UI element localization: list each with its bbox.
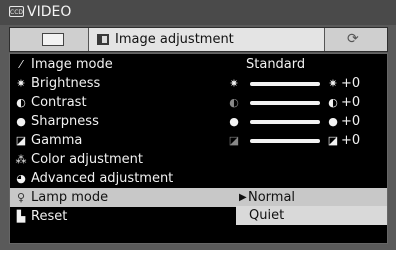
brightness-low-icon: ✷	[229, 77, 239, 90]
menu-item-image-mode[interactable]: ⁄ Image mode Standard	[10, 55, 387, 74]
menu-item-label: Color adjustment	[31, 152, 144, 167]
contrast-high-icon: ◐	[328, 96, 338, 109]
selected-arrow-icon: ▶	[239, 192, 247, 203]
menu-item-advanced-adjustment[interactable]: ◕ Advanced adjustment	[10, 169, 387, 188]
slider-track[interactable]	[250, 101, 320, 105]
menu-item-label: Brightness	[31, 76, 101, 91]
sharpness-low-icon: ●	[229, 115, 239, 128]
image-mode-value: Standard	[246, 57, 306, 72]
gamma-slider[interactable]: ◪ ◪ +0	[228, 133, 368, 148]
menu-item-label: Image mode	[31, 57, 113, 72]
tab-bar: Image adjustment ⟳	[9, 27, 388, 52]
menu-item-reset[interactable]: ▙ Reset	[10, 207, 387, 226]
contrast-slider[interactable]: ◐ ◐ +0	[228, 95, 368, 110]
menu-item-label: Contrast	[31, 95, 87, 110]
menu-item-gamma[interactable]: ◪ Gamma ◪ ◪ +0	[10, 131, 387, 150]
osd-window: CCD VIDEO Image adjustment ⟳ ⁄ Image mod…	[0, 0, 396, 250]
brightness-icon: ✷	[16, 77, 26, 90]
gamma-icon: ◪	[15, 134, 27, 147]
brightness-slider[interactable]: ✷ ✷ +0	[228, 76, 368, 91]
brightness-value: +0	[341, 76, 361, 91]
brightness-high-icon: ✷	[328, 77, 338, 90]
tab-image-adjustment[interactable]: Image adjustment	[89, 28, 325, 51]
menu-item-label: Advanced adjustment	[31, 171, 174, 186]
gamma-low-icon: ◪	[228, 134, 240, 147]
menu-item-brightness[interactable]: ✷ Brightness ✷ ✷ +0	[10, 74, 387, 93]
contrast-icon: ◐	[16, 96, 26, 109]
tab-rotate[interactable]: ⟳	[325, 28, 387, 51]
tab-screen[interactable]	[10, 28, 89, 51]
sharpness-value: +0	[341, 114, 361, 129]
image-mode-icon: ⁄	[20, 58, 22, 71]
rotate-icon: ⟳	[347, 31, 359, 47]
window-title: VIDEO	[27, 4, 72, 20]
screen-icon	[42, 33, 64, 46]
video-icon: CCD	[9, 6, 24, 17]
menu-item-label: Sharpness	[31, 114, 99, 129]
menu-item-label: Lamp mode	[31, 190, 109, 205]
lamp-option-normal[interactable]: ▶ Normal	[236, 188, 387, 207]
sharpness-slider[interactable]: ● ● +0	[228, 114, 368, 129]
image-adjustment-icon	[97, 34, 109, 45]
menu-item-label: Reset	[31, 209, 68, 224]
slider-track[interactable]	[250, 139, 320, 143]
slider-track[interactable]	[250, 120, 320, 124]
gamma-high-icon: ◪	[327, 134, 339, 147]
menu-item-label: Gamma	[31, 133, 83, 148]
contrast-value: +0	[341, 95, 361, 110]
gamma-value: +0	[341, 133, 361, 148]
option-label: Normal	[248, 190, 296, 205]
menu-item-contrast[interactable]: ◐ Contrast ◐ ◐ +0	[10, 93, 387, 112]
title-bar: CCD VIDEO	[0, 0, 396, 25]
lamp-icon: ♀	[16, 191, 26, 204]
menu-panel: ⁄ Image mode Standard ✷ Brightness ✷ ✷ +…	[9, 53, 388, 244]
advanced-adjustment-icon: ◕	[16, 172, 26, 185]
sharpness-icon: ●	[16, 115, 26, 128]
slider-track[interactable]	[250, 82, 320, 86]
sharpness-high-icon: ●	[328, 115, 338, 128]
reset-icon: ▙	[16, 210, 26, 223]
menu-item-color-adjustment[interactable]: ⁂ Color adjustment	[10, 150, 387, 169]
color-adjustment-icon: ⁂	[15, 153, 27, 166]
contrast-low-icon: ◐	[229, 96, 239, 109]
tab-label: Image adjustment	[115, 32, 234, 47]
menu-item-sharpness[interactable]: ● Sharpness ● ● +0	[10, 112, 387, 131]
